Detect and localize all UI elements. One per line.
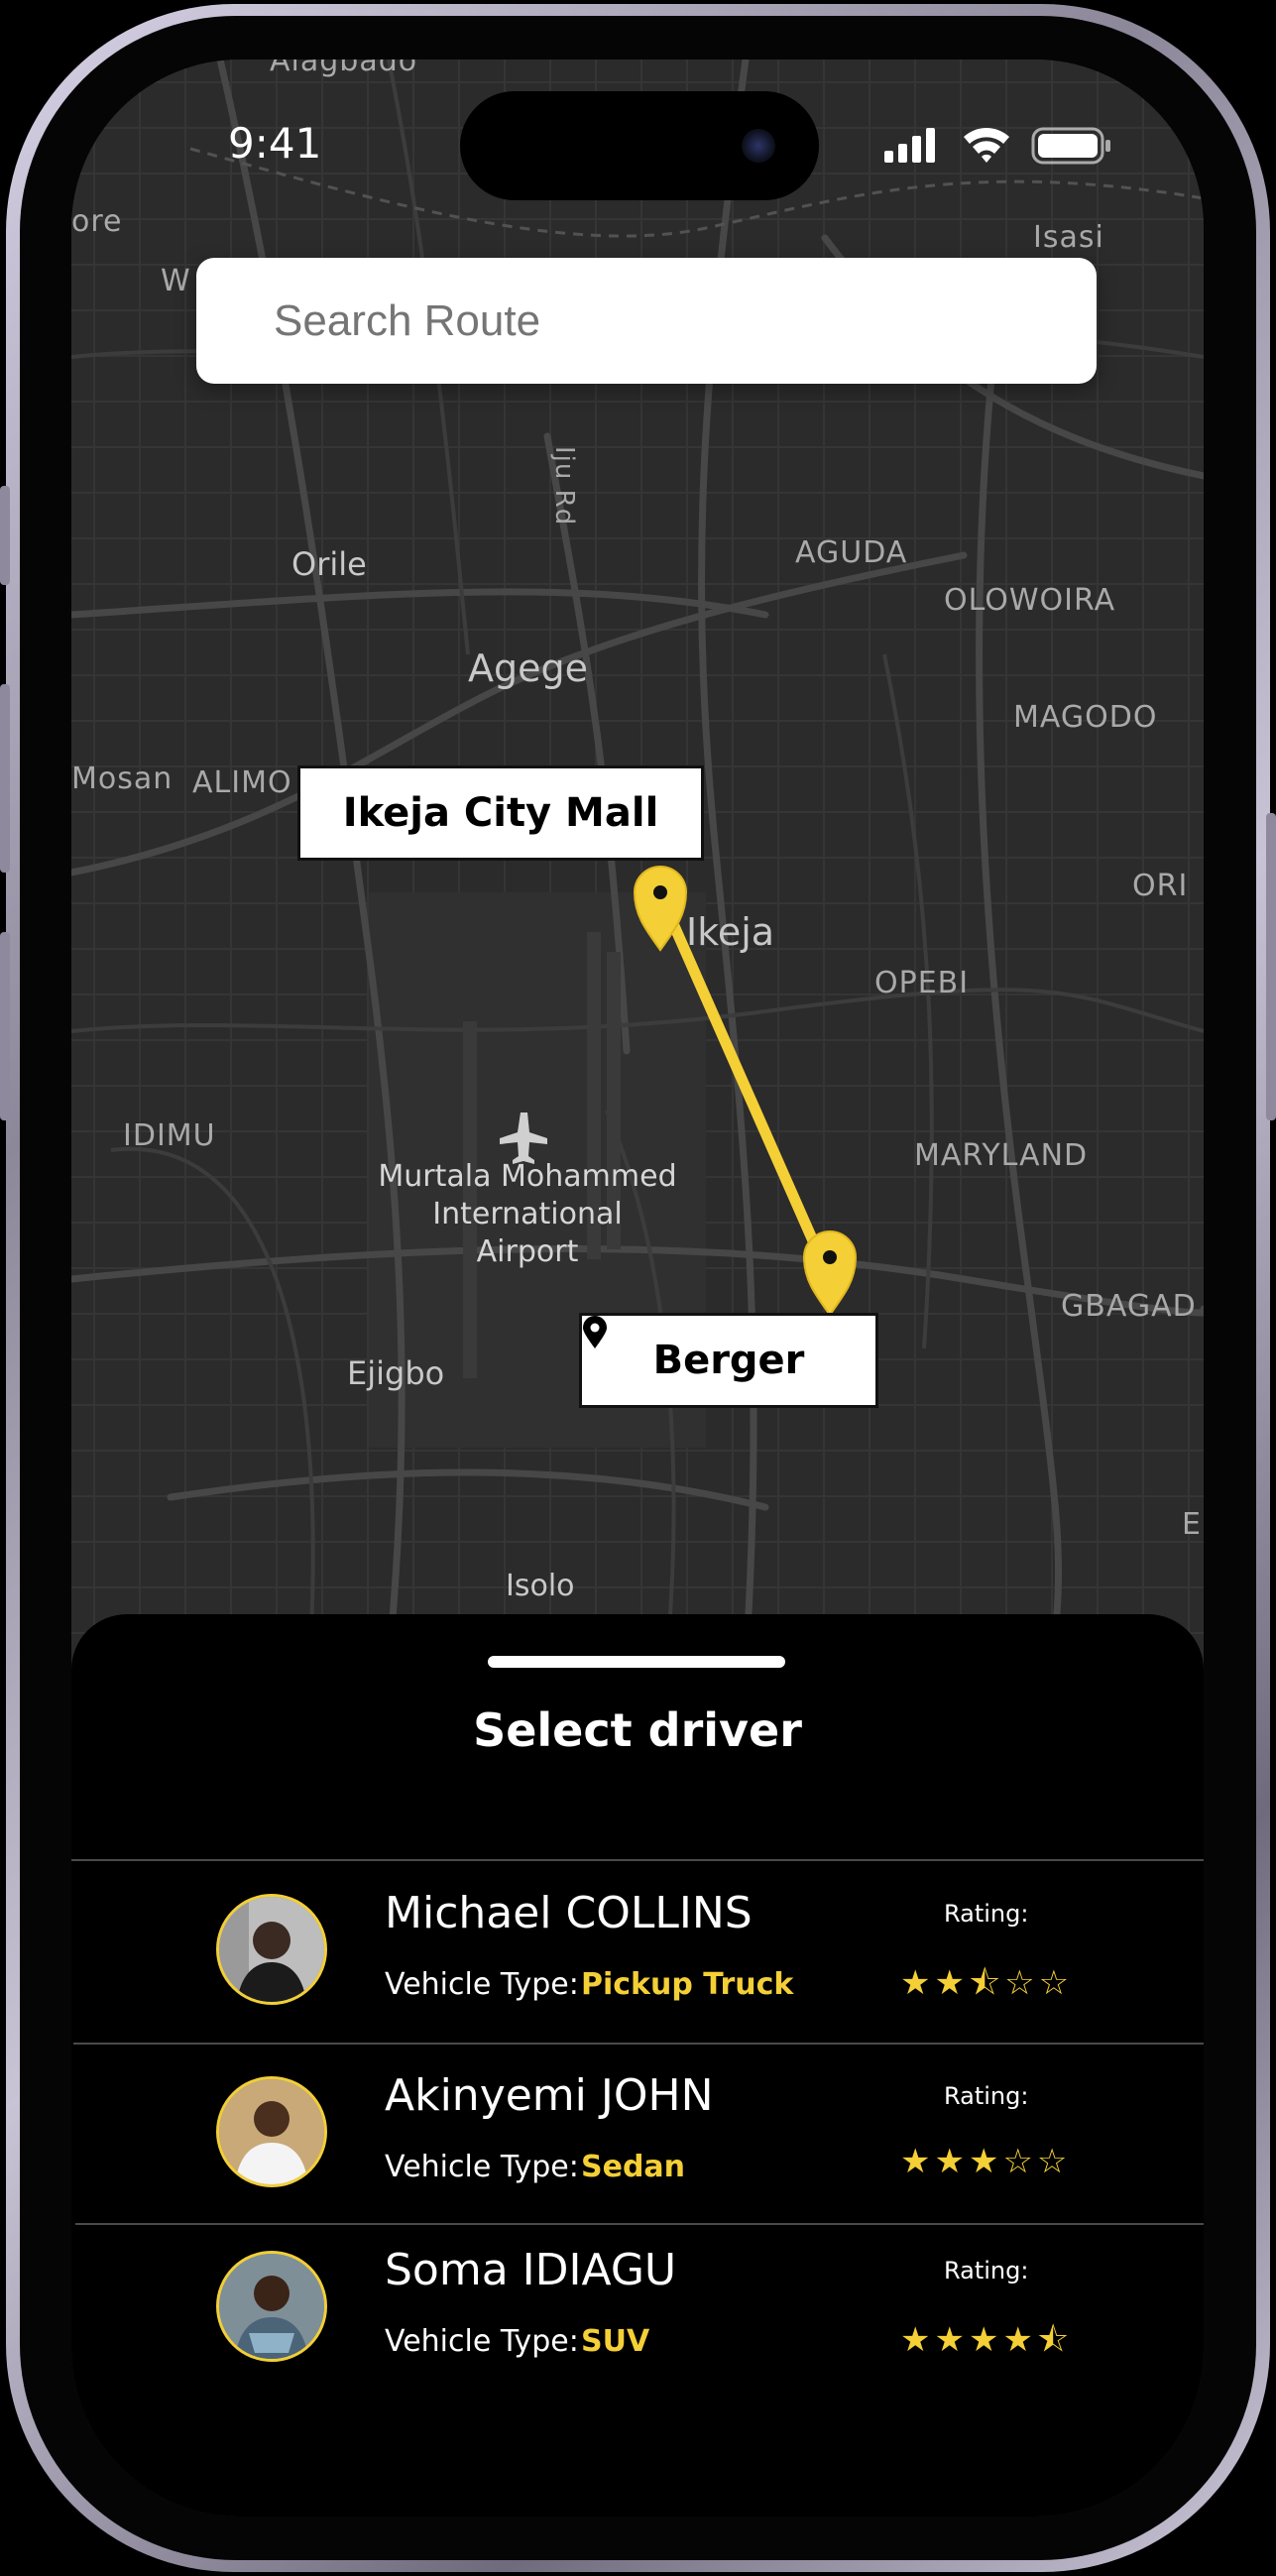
destination-label-text: Berger <box>652 1338 805 1383</box>
avatar-photo-icon <box>219 2079 324 2184</box>
vehicle-type-value: SUV <box>581 2324 650 2359</box>
map-label-airport: Murtala Mohammed International Airport <box>369 1158 686 1271</box>
map-label-ejigbo: Ejigbo <box>347 1354 445 1392</box>
map-label-aguda: AGUDA <box>795 535 908 570</box>
map-label-iju-rd: Iju Rd <box>549 446 579 527</box>
map-label-ore: ore <box>71 204 123 239</box>
airport-name-line-2: International <box>432 1197 623 1231</box>
vehicle-type-label: Vehicle Type: <box>385 1967 579 2002</box>
volume-down-button <box>0 932 10 1120</box>
dynamic-island <box>460 91 819 200</box>
vehicle-type-label: Vehicle Type: <box>385 2150 579 2184</box>
map-label-ori: ORI <box>1132 869 1189 903</box>
rating-stars-icon: ★★★☆☆ <box>900 2142 1072 2181</box>
map-label-maryland: MARYLAND <box>914 1138 1089 1173</box>
map-label-agege: Agege <box>468 646 588 690</box>
location-pin-icon <box>583 1316 607 1348</box>
driver-avatar <box>216 2251 327 2362</box>
rating-label: Rating: <box>944 2082 1029 2110</box>
map-label-opebi: OPEBI <box>874 966 970 1000</box>
signal-icon <box>884 128 935 163</box>
airport-name-line-1: Murtala Mohammed <box>378 1159 677 1194</box>
map-label-gbagad: GBAGAD <box>1061 1289 1197 1324</box>
search-route-box[interactable] <box>196 258 1097 384</box>
status-icons <box>884 127 1110 165</box>
avatar-photo-icon <box>219 2254 324 2359</box>
origin-label-text: Ikeja City Mall <box>342 790 659 836</box>
battery-icon <box>1031 127 1110 165</box>
map-label-alagbado: Alagbado <box>270 59 418 78</box>
vehicle-type-value: Pickup Truck <box>581 1967 794 2002</box>
origin-label[interactable]: Ikeja City Mall <box>297 765 704 861</box>
map-label-isolo: Isolo <box>506 1569 575 1603</box>
map-label-e: E <box>1182 1507 1202 1542</box>
rating-stars-icon: ★★⯪☆☆ <box>900 1963 1074 2003</box>
map-label-orile: Orile <box>291 545 367 583</box>
avatar-photo-icon <box>219 1897 324 2002</box>
driver-bottom-sheet: Select driver Michael COLLINS Vehicle Ty… <box>71 1614 1204 2517</box>
driver-row[interactable]: Soma IDIAGU Vehicle Type: SUV Rating: ★★… <box>71 2223 1204 2401</box>
map-label-olowoira: OLOWOIRA <box>944 583 1116 618</box>
airport-name-line-3: Airport <box>476 1234 579 1269</box>
driver-row[interactable]: Akinyemi JOHN Vehicle Type: Sedan Rating… <box>71 2045 1204 2223</box>
camera-icon <box>742 129 775 163</box>
wifi-icon <box>964 128 1009 163</box>
status-time: 9:41 <box>228 119 322 168</box>
rating-stars-icon: ★★★★⯪ <box>900 2320 1074 2360</box>
rating-label: Rating: <box>944 2257 1029 2284</box>
map-label-isasi: Isasi <box>1033 220 1104 255</box>
power-button <box>1266 813 1276 1120</box>
divider <box>71 1859 1204 1861</box>
rating-label: Rating: <box>944 1900 1029 1928</box>
map-label-mosan: Mosan <box>71 761 174 796</box>
vehicle-type-value: Sedan <box>581 2150 686 2184</box>
driver-avatar <box>216 1894 327 2005</box>
phone-screen: Alagbado ore W Isasi Iju Rd Orile AGUDA … <box>71 59 1204 2517</box>
map-label-w: W <box>161 264 191 298</box>
destination-label[interactable]: Berger <box>579 1313 878 1408</box>
driver-name: Soma IDIAGU <box>385 2245 677 2295</box>
map-label-ikeja: Ikeja <box>686 910 775 954</box>
search-input[interactable] <box>274 258 1067 384</box>
driver-avatar <box>216 2076 327 2187</box>
volume-up-button <box>0 684 10 873</box>
driver-name: Michael COLLINS <box>385 1888 753 1938</box>
sheet-title: Select driver <box>473 1703 802 1757</box>
map-label-magodo: MAGODO <box>1013 700 1158 735</box>
driver-name: Akinyemi JOHN <box>385 2070 714 2121</box>
action-button <box>0 486 10 585</box>
map-label-idimu: IDIMU <box>123 1118 216 1153</box>
vehicle-type-label: Vehicle Type: <box>385 2324 579 2359</box>
map-label-alimo: ALIMO <box>192 765 292 800</box>
sheet-drag-handle[interactable] <box>488 1656 785 1668</box>
driver-row[interactable]: Michael COLLINS Vehicle Type: Pickup Tru… <box>71 1862 1204 2041</box>
